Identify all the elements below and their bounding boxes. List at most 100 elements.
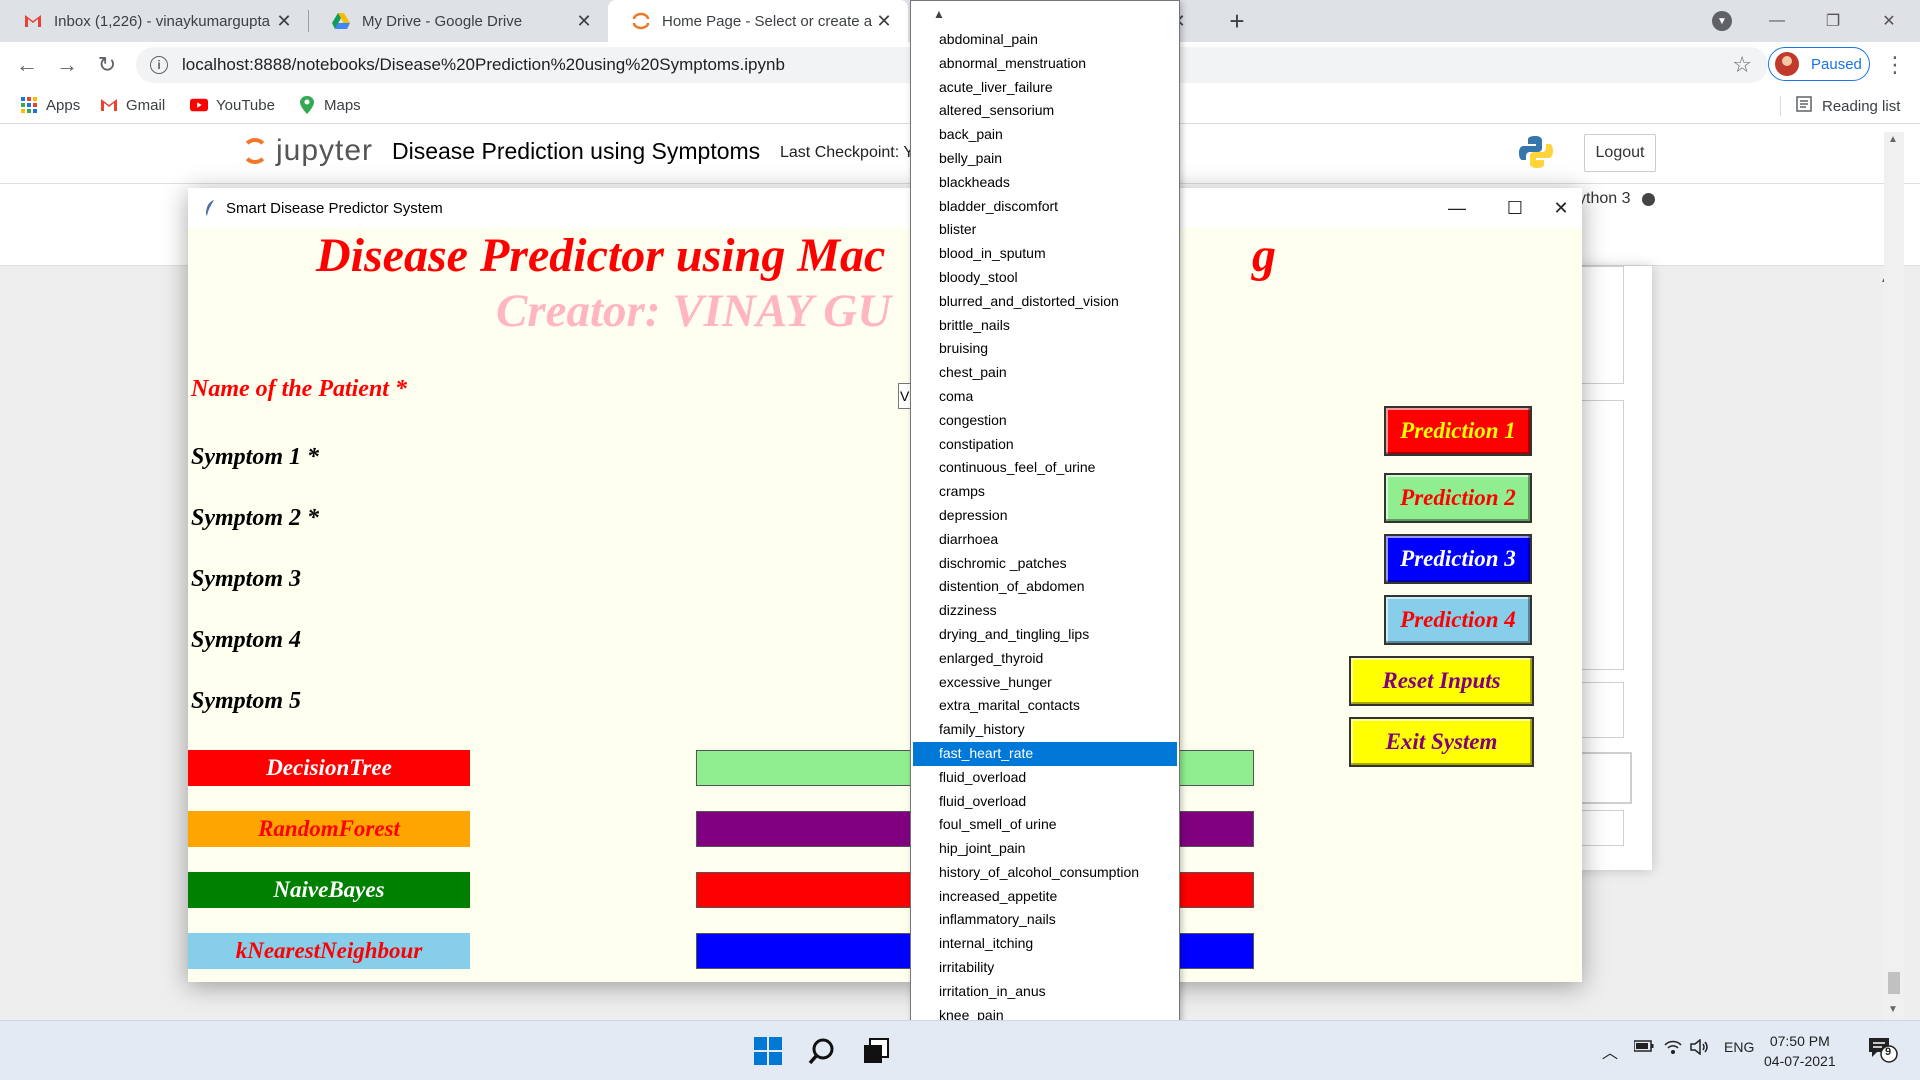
symptom-option[interactable]: extra_marital_contacts [913, 694, 1177, 718]
symptom-option[interactable]: increased_appetite [913, 885, 1177, 909]
symptom-option[interactable]: abnormal_menstruation [913, 52, 1177, 76]
symptom-option[interactable]: excessive_hunger [913, 671, 1177, 695]
symptom-option[interactable]: blackheads [913, 171, 1177, 195]
speaker-icon[interactable] [1690, 1038, 1710, 1058]
prediction-4-button[interactable]: Prediction 4 [1384, 595, 1532, 645]
prediction-1-button[interactable]: Prediction 1 [1384, 406, 1532, 456]
close-window-icon[interactable]: ✕ [1866, 0, 1912, 42]
symptom-option[interactable]: dischromic _patches [913, 552, 1177, 576]
bookmark-youtube[interactable]: YouTube [190, 96, 275, 114]
scrollbar-thumb[interactable] [1888, 972, 1900, 994]
symptom-option[interactable]: brittle_nails [913, 314, 1177, 338]
close-icon[interactable]: ✕ [274, 11, 294, 31]
minimize-icon[interactable]: — [1428, 188, 1486, 228]
new-tab-button[interactable]: + [1222, 6, 1252, 36]
symptom-option[interactable]: coma [913, 385, 1177, 409]
symptom-option[interactable]: depression [913, 504, 1177, 528]
wifi-icon[interactable] [1664, 1039, 1682, 1058]
symptom-option[interactable]: diarrhoea [913, 528, 1177, 552]
symptom-option[interactable]: foul_smell_of urine [913, 813, 1177, 837]
symptom-option[interactable]: drying_and_tingling_lips [913, 623, 1177, 647]
symptom-option[interactable]: hip_joint_pain [913, 837, 1177, 861]
notifications-icon[interactable]: 9 [1868, 1037, 1898, 1063]
clock[interactable]: 07:50 PM 04-07-2021 [1764, 1031, 1836, 1071]
gmail-icon [24, 12, 42, 30]
jupyter-icon [632, 12, 650, 30]
symptom-5-label: Symptom 5 [191, 688, 302, 714]
apps-grid-icon [20, 96, 38, 114]
exit-system-button[interactable]: Exit System [1349, 717, 1534, 767]
symptom-option[interactable]: fast_heart_rate [913, 741, 1177, 766]
tab-search-icon[interactable]: ▼ [1712, 11, 1732, 31]
info-icon[interactable]: i [150, 56, 168, 74]
close-icon[interactable]: ✕ [874, 11, 894, 31]
reading-list-button[interactable]: Reading list [1796, 96, 1900, 116]
python-icon [1518, 134, 1554, 170]
bookmark-maps[interactable]: Maps [298, 96, 361, 114]
symptom-option[interactable]: distention_of_abdomen [913, 575, 1177, 599]
task-view-icon[interactable] [860, 1035, 892, 1067]
symptom-option[interactable]: irritability [913, 956, 1177, 980]
symptom-option[interactable]: bruising [913, 337, 1177, 361]
scroll-down-icon[interactable]: ▼ [1888, 1004, 1898, 1015]
symptom-option[interactable]: congestion [913, 409, 1177, 433]
reload-icon[interactable]: ↻ [92, 50, 122, 80]
language-indicator[interactable]: ENG [1724, 1039, 1754, 1055]
symptom-option[interactable]: cramps [913, 480, 1177, 504]
jupyter-logo[interactable]: jupyter [242, 134, 373, 168]
search-icon[interactable] [806, 1035, 838, 1067]
symptom-option[interactable]: internal_itching [913, 932, 1177, 956]
tab-google-drive[interactable]: My Drive - Google Drive ✕ [308, 0, 608, 42]
bookmark-apps[interactable]: Apps [20, 96, 80, 114]
close-icon[interactable]: ✕ [1532, 188, 1590, 228]
symptom-option[interactable]: blister [913, 218, 1177, 242]
symptom-option[interactable]: chest_pain [913, 361, 1177, 385]
tray-chevron-icon[interactable]: ︿ [1602, 1039, 1618, 1063]
symptom-option[interactable]: enlarged_thyroid [913, 647, 1177, 671]
symptom-option[interactable]: abdominal_pain [913, 28, 1177, 52]
symptom-option[interactable]: blurred_and_distorted_vision [913, 290, 1177, 314]
symptom-dropdown[interactable]: ▲ abdominal_pain abnormal_menstruation acu… [910, 0, 1180, 1072]
logout-button[interactable]: Logout [1584, 134, 1656, 172]
tab-gmail[interactable]: Inbox (1,226) - vinaykumargupta ✕ [0, 0, 308, 42]
symptom-option[interactable]: irritation_in_anus [913, 980, 1177, 1004]
reset-inputs-button[interactable]: Reset Inputs [1349, 656, 1534, 706]
symptom-option[interactable]: fluid_overload [913, 766, 1177, 790]
symptom-option[interactable]: bladder_discomfort [913, 195, 1177, 219]
symptom-option[interactable]: bloody_stool [913, 266, 1177, 290]
more-menu-icon[interactable]: ⋮ [1884, 52, 1906, 78]
forward-arrow-icon[interactable]: → [52, 50, 82, 80]
profile-button[interactable]: Paused [1768, 47, 1870, 81]
close-icon[interactable]: ✕ [574, 11, 594, 31]
prediction-2-button[interactable]: Prediction 2 [1384, 473, 1532, 523]
notebook-title[interactable]: Disease Prediction using Symptoms [392, 138, 760, 165]
scroll-up-icon[interactable]: ▲ [1888, 134, 1898, 145]
symptom-option[interactable]: acute_liver_failure [913, 76, 1177, 100]
checkpoint-text: Last Checkpoint: Y [780, 144, 915, 161]
tab-jupyter-home[interactable]: Home Page - Select or create a n ✕ [608, 0, 908, 42]
symptom-option[interactable]: continuous_feel_of_urine [913, 456, 1177, 480]
bookmark-gmail[interactable]: Gmail [100, 96, 165, 114]
knn-label: kNearestNeighbour [188, 933, 470, 969]
prediction-3-button[interactable]: Prediction 3 [1384, 534, 1532, 584]
scroll-up-icon[interactable]: ▲ [933, 7, 945, 21]
back-arrow-icon[interactable]: ← [12, 50, 42, 80]
symptom-option[interactable]: history_of_alcohol_consumption [913, 861, 1177, 885]
symptom-option[interactable]: altered_sensorium [913, 99, 1177, 123]
symptom-option[interactable]: fluid_overload [913, 790, 1177, 814]
symptom-option[interactable]: back_pain [913, 123, 1177, 147]
tab-title: Home Page - Select or create a n [662, 12, 874, 30]
restore-icon[interactable]: ❐ [1810, 0, 1856, 42]
symptom-option[interactable]: constipation [913, 433, 1177, 457]
symptom-option[interactable]: belly_pain [913, 147, 1177, 171]
symptom-option[interactable]: inflammatory_nails [913, 908, 1177, 932]
page-scrollbar[interactable]: ▲ ▼ [1884, 132, 1904, 1020]
minimize-icon[interactable]: — [1754, 0, 1800, 42]
battery-icon[interactable] [1633, 1039, 1654, 1056]
jupyter-icon [242, 138, 268, 164]
star-icon[interactable]: ☆ [1732, 52, 1752, 78]
symptom-option[interactable]: family_history [913, 718, 1177, 742]
symptom-option[interactable]: dizziness [913, 599, 1177, 623]
symptom-option[interactable]: blood_in_sputum [913, 242, 1177, 266]
windows-start-icon[interactable] [752, 1035, 784, 1067]
